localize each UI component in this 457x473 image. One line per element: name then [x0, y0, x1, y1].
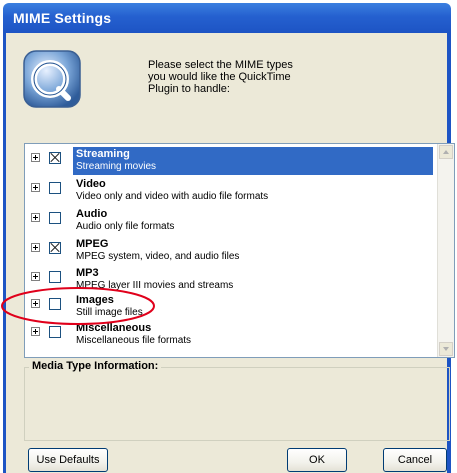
list-item-name: Audio — [76, 208, 108, 220]
expand-icon[interactable] — [31, 272, 40, 281]
list-item-name: MP3 — [76, 267, 99, 279]
use-defaults-button[interactable]: Use Defaults — [28, 448, 108, 472]
highlight-ellipse-annotation — [1, 287, 155, 325]
expand-icon[interactable] — [31, 153, 40, 162]
list-item-description: Streaming movies — [76, 161, 157, 172]
instruction-text: Please select the MIME types you would l… — [148, 59, 293, 95]
list-item-name: Streaming — [76, 148, 130, 160]
expand-icon[interactable] — [31, 243, 40, 252]
mp3-checkbox[interactable] — [49, 271, 61, 283]
video-checkbox[interactable] — [49, 182, 61, 194]
window-title: MIME Settings — [13, 10, 112, 26]
audio-checkbox[interactable] — [49, 212, 61, 224]
list-item-description: MPEG system, video, and audio files — [76, 251, 240, 262]
scroll-down-icon[interactable] — [439, 342, 453, 356]
quicktime-logo-icon — [23, 50, 81, 108]
streaming-checkbox[interactable] — [49, 152, 61, 164]
expand-icon[interactable] — [31, 183, 40, 192]
list-item-text[interactable]: Audio Audio only file formats — [73, 207, 433, 235]
ok-button[interactable]: OK — [287, 448, 347, 472]
list-item-audio[interactable]: Audio Audio only file formats — [25, 207, 433, 235]
media-type-info-group: Media Type Information: — [24, 360, 450, 441]
list-item-streaming[interactable]: Streaming Streaming movies — [25, 147, 433, 175]
mpeg-checkbox[interactable] — [49, 242, 61, 254]
cancel-button[interactable]: Cancel — [383, 448, 447, 472]
list-item-text[interactable]: Streaming Streaming movies — [73, 147, 433, 175]
title-bar[interactable]: MIME Settings — [3, 3, 451, 33]
expand-icon[interactable] — [31, 213, 40, 222]
list-item-name: MPEG — [76, 238, 109, 250]
list-item-name: Video — [76, 178, 106, 190]
media-type-info-label: Media Type Information: — [29, 360, 162, 372]
scroll-up-icon[interactable] — [439, 145, 453, 159]
list-item-video[interactable]: Video Video only and video with audio fi… — [25, 177, 433, 205]
list-item-description: Audio only file formats — [76, 221, 175, 232]
list-scrollbar[interactable] — [437, 144, 454, 357]
list-item-description: Miscellaneous file formats — [76, 335, 192, 346]
list-item-description: Video only and video with audio file for… — [76, 191, 269, 202]
list-item-text[interactable]: Video Video only and video with audio fi… — [73, 177, 433, 205]
list-item-text[interactable]: MPEG MPEG system, video, and audio files — [73, 237, 433, 265]
list-item-mpeg[interactable]: MPEG MPEG system, video, and audio files — [25, 237, 433, 265]
mime-settings-window: MIME Settings Please select the MIME typ… — [0, 0, 457, 473]
